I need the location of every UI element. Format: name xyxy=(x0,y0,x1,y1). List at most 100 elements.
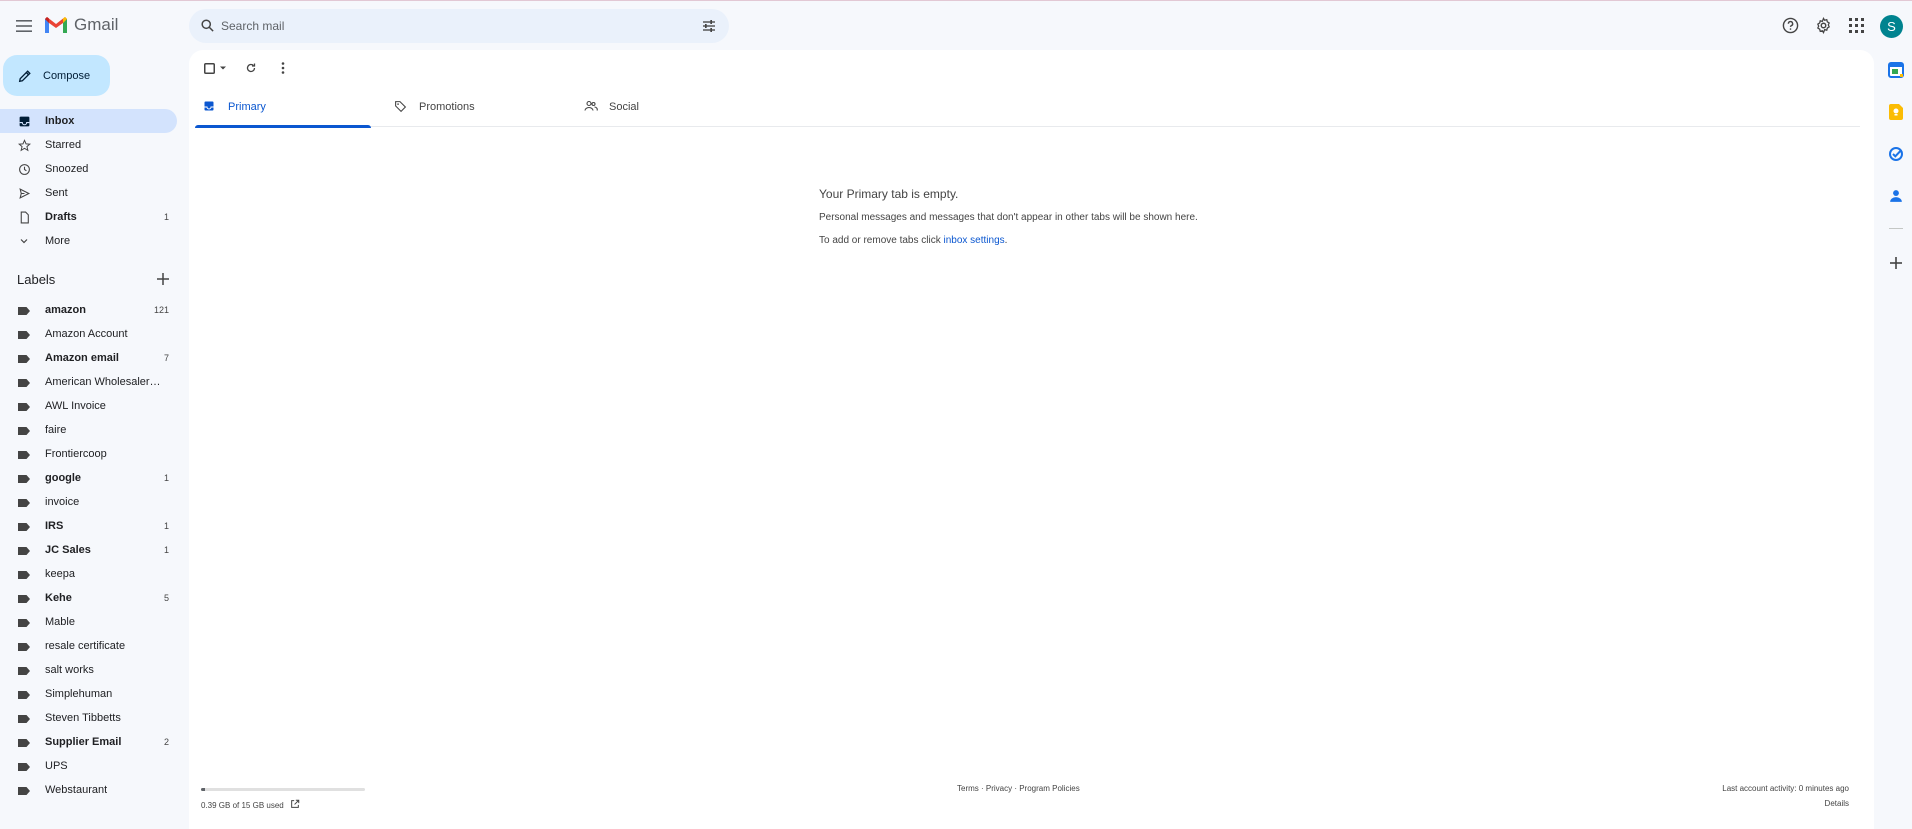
label-item[interactable]: Steven Tibbetts xyxy=(0,706,177,730)
search-icon[interactable] xyxy=(200,18,215,38)
main-menu-button[interactable] xyxy=(12,14,36,38)
nav-item-inbox[interactable]: Inbox xyxy=(0,109,177,133)
labels-heading: Labels xyxy=(17,272,56,287)
contacts-icon xyxy=(1890,190,1902,202)
create-label-button[interactable] xyxy=(155,271,171,287)
label-item[interactable]: google 1 xyxy=(0,466,177,490)
label-count: 1 xyxy=(163,473,169,483)
label-icon xyxy=(18,354,30,366)
label-name: JC Sales xyxy=(45,544,91,556)
label-item[interactable]: Amazon email 7 xyxy=(0,346,177,370)
tasks-app-button[interactable] xyxy=(1887,145,1905,163)
nav-item-starred[interactable]: Starred xyxy=(0,133,177,157)
label-name: Kehe xyxy=(45,592,72,604)
label-count: 1 xyxy=(163,521,169,531)
tab-label: Primary xyxy=(228,100,266,113)
keep-app-button[interactable] xyxy=(1887,103,1905,121)
gear-icon xyxy=(1816,16,1830,34)
nav-label: Sent xyxy=(45,187,68,199)
label-item[interactable]: keepa xyxy=(0,562,177,586)
label-item[interactable]: JC Sales 1 xyxy=(0,538,177,562)
label-name: invoice xyxy=(45,496,80,508)
rail-divider xyxy=(1889,228,1903,229)
label-icon xyxy=(18,714,30,726)
help-button[interactable] xyxy=(1780,15,1800,35)
label-item[interactable]: Amazon Account xyxy=(0,322,177,346)
more-options-button[interactable] xyxy=(273,58,293,78)
label-item[interactable]: Mable xyxy=(0,610,177,634)
tab-social[interactable]: Social xyxy=(576,86,752,127)
nav-item-snoozed[interactable]: Snoozed xyxy=(0,157,177,181)
empty-hint-prefix: To add or remove tabs click xyxy=(819,235,944,246)
apps-button[interactable] xyxy=(1846,15,1866,35)
label-item[interactable]: Supplier Email 2 xyxy=(0,730,177,754)
inbox-settings-link[interactable]: inbox settings xyxy=(944,235,1005,246)
label-icon xyxy=(18,618,30,630)
open-in-new-icon[interactable] xyxy=(290,799,300,811)
search-input[interactable] xyxy=(221,9,661,43)
label-name: American Wholesaler S... xyxy=(45,376,163,388)
label-icon xyxy=(18,450,30,462)
calendar-app-button[interactable] xyxy=(1887,61,1905,79)
label-name: Webstaurant xyxy=(45,784,108,796)
label-icon xyxy=(18,426,30,438)
inbox-icon xyxy=(17,114,31,128)
label-name: UPS xyxy=(45,760,68,772)
refresh-button[interactable] xyxy=(241,58,261,78)
nav-label: More xyxy=(45,235,71,247)
label-item[interactable]: Simplehuman xyxy=(0,682,177,706)
tab-promotions[interactable]: Promotions xyxy=(386,86,562,127)
label-item[interactable]: UPS xyxy=(0,754,177,778)
send-icon xyxy=(17,186,31,200)
label-item[interactable]: Kehe 5 xyxy=(0,586,177,610)
label-item[interactable]: IRS 1 xyxy=(0,514,177,538)
tab-primary[interactable]: Primary xyxy=(195,86,371,128)
label-item[interactable]: salt works xyxy=(0,658,177,682)
label-item[interactable]: resale certificate xyxy=(0,634,177,658)
footer-links[interactable]: Terms · Privacy · Program Policies xyxy=(957,784,1080,793)
clock-icon xyxy=(17,162,31,176)
search-bar xyxy=(189,9,729,43)
get-addons-button[interactable] xyxy=(1887,254,1905,272)
label-item[interactable]: invoice xyxy=(0,490,177,514)
label-count: 2 xyxy=(163,737,169,747)
contacts-app-button[interactable] xyxy=(1887,187,1905,205)
label-item[interactable]: American Wholesaler S... xyxy=(0,370,177,394)
label-icon xyxy=(18,306,30,318)
storage-text: 0.39 GB of 15 GB used xyxy=(201,800,284,810)
nav-item-drafts[interactable]: Drafts 1 xyxy=(0,205,177,229)
nav-item-sent[interactable]: Sent xyxy=(0,181,177,205)
gmail-m-icon xyxy=(45,17,67,33)
label-item[interactable]: faire xyxy=(0,418,177,442)
keep-icon xyxy=(1889,104,1903,120)
label-name: Supplier Email xyxy=(45,736,122,748)
search-options-icon[interactable] xyxy=(701,18,717,39)
nav-label: Inbox xyxy=(45,115,75,127)
inbox-icon xyxy=(203,100,215,115)
label-icon xyxy=(18,498,30,510)
label-item[interactable]: amazon 121 xyxy=(0,298,177,322)
hamburger-menu-icon xyxy=(16,20,32,32)
label-item[interactable]: Webstaurant xyxy=(0,778,177,802)
label-item[interactable]: AWL Invoice xyxy=(0,394,177,418)
settings-button[interactable] xyxy=(1813,15,1833,35)
compose-button[interactable]: Compose xyxy=(3,55,110,96)
select-checkbox[interactable] xyxy=(201,58,229,78)
label-item[interactable]: Frontiercoop xyxy=(0,442,177,466)
compose-label: Compose xyxy=(43,69,91,82)
label-icon xyxy=(18,522,30,534)
nav-label: Drafts xyxy=(45,211,77,223)
label-name: resale certificate xyxy=(45,640,126,652)
label-icon xyxy=(18,738,30,750)
account-avatar[interactable]: S xyxy=(1880,15,1903,38)
caret-down-icon xyxy=(219,66,226,70)
apps-grid-icon xyxy=(1848,17,1864,33)
details-link[interactable]: Details xyxy=(1722,799,1849,808)
label-name: Mable xyxy=(45,616,75,628)
tasks-icon xyxy=(1889,147,1903,161)
empty-state: Your Primary tab is empty. Personal mess… xyxy=(819,187,1319,246)
gmail-logo[interactable]: Gmail xyxy=(44,15,118,35)
nav-item-more[interactable]: More xyxy=(0,229,177,253)
main-panel: Primary Promotions Social Your Primary t… xyxy=(189,50,1874,829)
storage-fill xyxy=(201,788,206,791)
